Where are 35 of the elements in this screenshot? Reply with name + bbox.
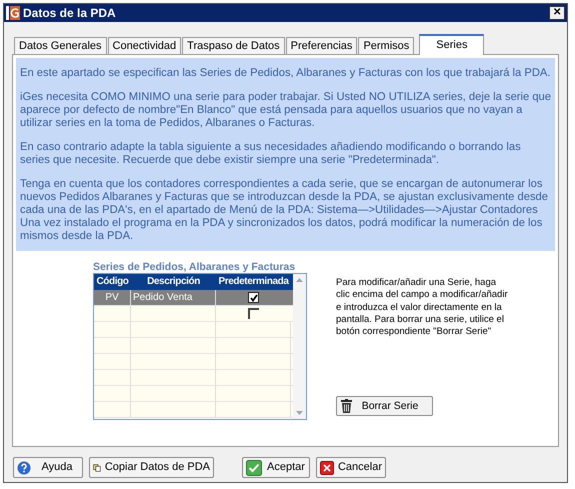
column-header: Descripción xyxy=(146,275,201,289)
scroll-up-icon[interactable] xyxy=(296,278,303,282)
accept-button[interactable]: Aceptar xyxy=(242,457,310,478)
scrollbar[interactable] xyxy=(293,274,306,419)
table-title: Series de Pedidos, Albaranes y Facturas xyxy=(93,261,296,273)
table-cell-text: Pedido Venta xyxy=(133,290,192,304)
column-header: Código xyxy=(95,275,130,289)
help-button[interactable]: Ayuda xyxy=(13,457,83,478)
tab[interactable]: Conectividad xyxy=(108,37,182,54)
help-icon xyxy=(17,460,31,474)
table-row[interactable]: PV Pedido Venta xyxy=(94,290,293,306)
scroll-down-icon[interactable] xyxy=(296,411,303,415)
info-paragraph: Tenga en cuenta que los contadores correspondientes a cada serie, que se encargan de autonumerar los nuevos Pedidos Albaranes y Facturas que se introduzcan desde la PDA, se ajustan exclusivamente desde cada una de las PDA's, en el apartado de Menú de la PDA: Sistema—>Utilidades—>Ajustar Contadores Una vez instalado el programa en la PDA y sincronizados los datos, podrá modificar la numeración de los mismos desde la PDA. xyxy=(20,178,549,243)
trash-icon xyxy=(341,399,352,414)
delete-series-button[interactable]: Borrar Serie xyxy=(336,396,433,416)
tab[interactable]: Series xyxy=(419,34,484,55)
tab[interactable]: Preferencias xyxy=(286,37,358,54)
checkbox[interactable] xyxy=(248,292,259,303)
close-button[interactable]: ✕ xyxy=(549,6,565,20)
help-text: Para modificar/añadir una Serie, haga clic encima del campo a modificar/añadir e introduzca el valor directamente en la pantalla. Para borrar una serie, utilice el botón correspondiente "Borrar Serie" xyxy=(336,277,508,338)
table-cell-text: PV xyxy=(105,290,119,304)
tab[interactable]: Traspaso de Datos xyxy=(182,37,285,54)
close-icon xyxy=(320,460,334,476)
checkmark-icon xyxy=(246,460,262,476)
copy-button[interactable]: Copiar Datos de PDA xyxy=(89,457,214,478)
cancel-button[interactable]: Cancelar xyxy=(316,457,386,478)
info-paragraph: En este apartado se especifican las Series de Pedidos, Albaranes y Facturas con los que trabajará la PDA. xyxy=(20,67,551,80)
app-logo-icon xyxy=(6,6,20,20)
column-header: Predeterminada xyxy=(218,275,290,289)
window-title: Datos de la PDA xyxy=(23,5,116,22)
checkbox[interactable] xyxy=(248,308,259,319)
tab[interactable]: Permisos xyxy=(358,37,414,54)
info-paragraph: iGes necesita COMO MINIMO una serie para poder trabajar. Si Usted NO UTILIZA series, deje la serie que aparece por defecto de nombre"En Blanco" que está pensada para aquellos usuarios que no vayan a utilizar series en la toma de Pedidos, Albaranes o Facturas. xyxy=(20,91,551,130)
info-paragraph: En caso contrario adapte la tabla siguiente a sus necesidades añadiendo modificando o borrando las series que necesite. Recuerde que debe existir siempre una serie "Predeterminada". xyxy=(20,141,522,167)
tab[interactable]: Datos Generales xyxy=(14,37,107,54)
